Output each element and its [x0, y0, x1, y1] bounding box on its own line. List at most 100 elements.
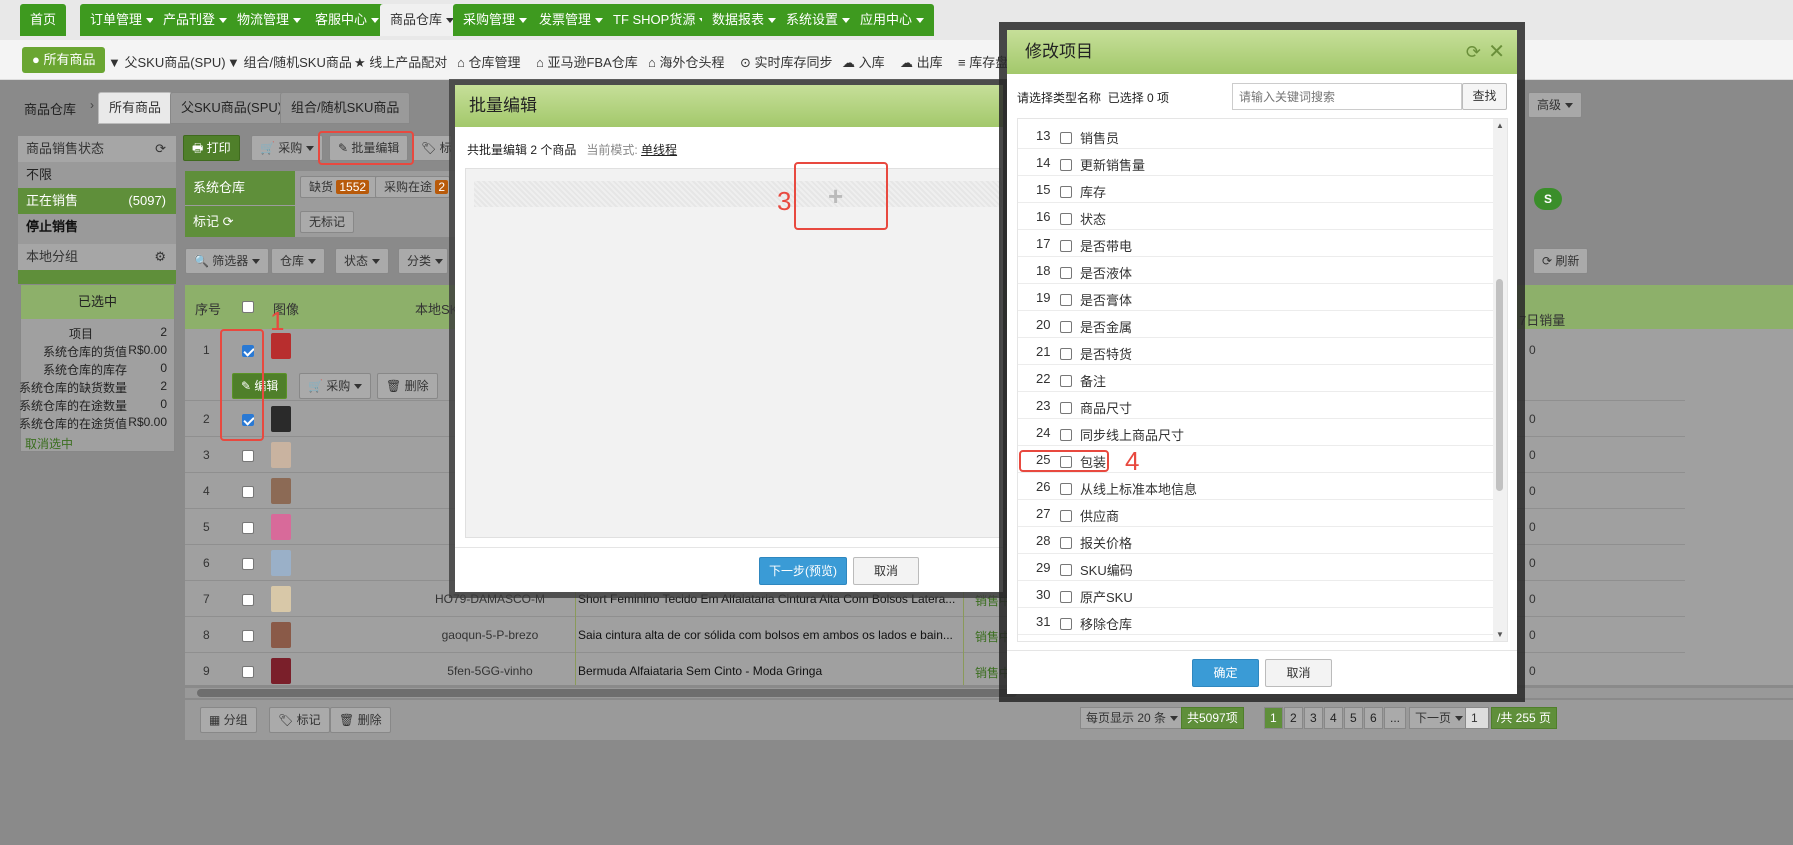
subnav-outbound[interactable]: ☁ 出库 [900, 52, 943, 71]
bottom-mark-button[interactable]: 🏷 标记 [269, 707, 330, 733]
bottom-delete-button[interactable]: 🗑 删除 [330, 707, 391, 733]
nav-tab-5[interactable]: 商品仓库 [380, 4, 465, 36]
subnav-inbound[interactable]: ☁ 入库 [842, 52, 885, 71]
item-checkbox[interactable] [1060, 345, 1072, 360]
item-checkbox[interactable] [1060, 561, 1072, 576]
modify-item-row[interactable]: 13 销售员 [1018, 122, 1493, 149]
nav-tab-3[interactable]: 物流管理 [227, 4, 312, 36]
row-checkbox[interactable] [242, 520, 254, 534]
item-checkbox[interactable] [1060, 210, 1072, 225]
row-checkbox[interactable] [242, 592, 254, 606]
item-checkbox[interactable] [1060, 156, 1072, 171]
modify-cancel-button[interactable]: 取消 [1265, 659, 1332, 687]
horizontal-scrollbar[interactable] [185, 688, 1793, 698]
nav-tab-11[interactable]: 应用中心 [850, 4, 935, 36]
confirm-button[interactable]: 确定 [1192, 659, 1259, 687]
modify-item-row[interactable]: 16 状态 [1018, 203, 1493, 230]
item-checkbox[interactable] [1060, 264, 1072, 279]
batch-cancel-button[interactable]: 取消 [853, 557, 919, 585]
item-checkbox[interactable] [1060, 615, 1072, 630]
row-checkbox[interactable] [242, 448, 254, 462]
nav-tab-4[interactable]: 客服中心 [305, 4, 390, 36]
modify-item-row[interactable]: 30 原产SKU [1018, 581, 1493, 608]
subnav-sync[interactable]: ⊙ 实时库存同步 [740, 52, 833, 71]
item-checkbox[interactable] [1060, 480, 1072, 495]
item-checkbox[interactable] [1060, 534, 1072, 549]
page-link[interactable]: ... [1384, 707, 1407, 729]
nav-tab-10[interactable]: 系统设置 [776, 4, 861, 36]
item-checkbox[interactable] [1060, 588, 1072, 603]
next-page-button[interactable]: 下一页 [1409, 707, 1470, 729]
category-dropdown[interactable]: 分类 [398, 248, 448, 274]
page-input[interactable]: 1 [1465, 707, 1489, 729]
item-checkbox[interactable] [1060, 183, 1072, 198]
subnav-stock[interactable]: ≡ 库存盘 [958, 52, 1008, 71]
search-button[interactable]: 查找 [1462, 83, 1507, 110]
all-products-button[interactable]: ● 所有商品 [22, 47, 106, 73]
item-checkbox[interactable] [1060, 507, 1072, 522]
item-checkbox[interactable] [1060, 291, 1072, 306]
modify-item-row[interactable]: 19 是否膏体 [1018, 284, 1493, 311]
nav-tab-7[interactable]: 发票管理 [529, 4, 614, 36]
row-purchase-dropdown[interactable]: 🛒 采购 [299, 373, 372, 399]
page-link[interactable]: 4 [1324, 707, 1343, 729]
page-link[interactable]: 3 [1304, 707, 1323, 729]
mode-link[interactable]: 单线程 [641, 143, 677, 157]
item-checkbox[interactable] [1060, 129, 1072, 144]
refresh-icon[interactable]: ⟳ [155, 136, 166, 162]
nav-tab-6[interactable]: 采购管理 [453, 4, 538, 36]
item-checkbox[interactable] [1060, 372, 1072, 387]
subnav-combo[interactable]: ▼ 组合/随机SKU商品 [227, 52, 352, 71]
status-on-sale[interactable]: 正在销售 (5097) [18, 188, 176, 214]
modify-item-row[interactable]: 17 是否带电 [1018, 230, 1493, 257]
modify-item-row[interactable]: 15 库存 [1018, 176, 1493, 203]
filter-selector-dropdown[interactable]: 🔍 筛选器 [185, 248, 270, 274]
item-checkbox[interactable] [1060, 399, 1072, 414]
nav-tab-2[interactable]: 产品刊登 [153, 4, 238, 36]
row-checkbox[interactable] [242, 484, 254, 498]
next-preview-button[interactable]: 下一步(预览) [759, 557, 847, 585]
no-mark-filter[interactable]: 无标记 [300, 211, 355, 233]
row-checkbox[interactable] [242, 556, 254, 570]
status-dropdown[interactable]: 状态 [335, 248, 390, 274]
status-unlimited[interactable]: 不限 [18, 162, 176, 188]
tab-all-products[interactable]: 所有商品 [98, 92, 173, 124]
page-link[interactable]: 6 [1364, 707, 1383, 729]
modify-item-row[interactable]: 20 是否金属 [1018, 311, 1493, 338]
nav-tab-1[interactable]: 订单管理 [80, 4, 165, 36]
subnav-fba[interactable]: ⌂ 亚马逊FBA仓库 [536, 52, 638, 71]
in-transit-filter[interactable]: 采购在途 2 [375, 176, 450, 198]
item-list-scrollbar[interactable]: ▲ ▼ [1493, 119, 1507, 641]
close-icon[interactable]: ✕ [1488, 30, 1505, 74]
modify-item-row[interactable]: 28 报关价格 [1018, 527, 1493, 554]
refresh-icon[interactable]: ⟳ [1466, 30, 1481, 74]
item-checkbox[interactable] [1060, 237, 1072, 252]
subnav-overseas[interactable]: ⌂ 海外仓头程 [648, 52, 724, 71]
group-button[interactable]: ▦ 分组 [200, 707, 257, 733]
tab-combo[interactable]: 组合/随机SKU商品 [280, 92, 411, 124]
page-link[interactable]: 5 [1344, 707, 1363, 729]
tab-spu[interactable]: 父SKU商品(SPU) [170, 92, 294, 124]
row-checkbox[interactable] [242, 664, 254, 678]
modify-item-row[interactable]: 21 是否特货 [1018, 338, 1493, 365]
print-button[interactable]: 🖶 打印 [183, 135, 240, 161]
subnav-spu[interactable]: ▼ 父SKU商品(SPU) [108, 52, 226, 71]
row-checkbox[interactable] [242, 628, 254, 642]
modify-item-row[interactable]: 14 更新销售量 [1018, 149, 1493, 176]
modify-item-row[interactable]: 27 供应商 [1018, 500, 1493, 527]
page-link[interactable]: 1 [1264, 707, 1283, 729]
subnav-warehouse[interactable]: ⌂ 仓库管理 [457, 52, 520, 71]
shortage-filter[interactable]: 缺货 1552 [300, 176, 379, 198]
purchase-dropdown[interactable]: 🛒 采购 [251, 135, 324, 161]
status-stopped[interactable]: 停止销售 [18, 214, 176, 240]
nav-tab-8[interactable]: TF SHOP货源 [603, 4, 718, 36]
page-link[interactable]: 2 [1284, 707, 1303, 729]
keyword-search-input[interactable] [1232, 83, 1462, 110]
per-page-select[interactable]: 每页显示 20 条 [1080, 707, 1185, 729]
modify-item-row[interactable]: 26 从线上标准本地信息 [1018, 473, 1493, 500]
gear-icon[interactable]: ⚙ [154, 244, 166, 270]
nav-tab-9[interactable]: 数据报表 [702, 4, 787, 36]
modify-item-row[interactable]: 29 SKU编码 [1018, 554, 1493, 581]
warehouse-dropdown[interactable]: 仓库 [271, 248, 326, 274]
row-delete-button[interactable]: 🗑 删除 [377, 373, 438, 399]
